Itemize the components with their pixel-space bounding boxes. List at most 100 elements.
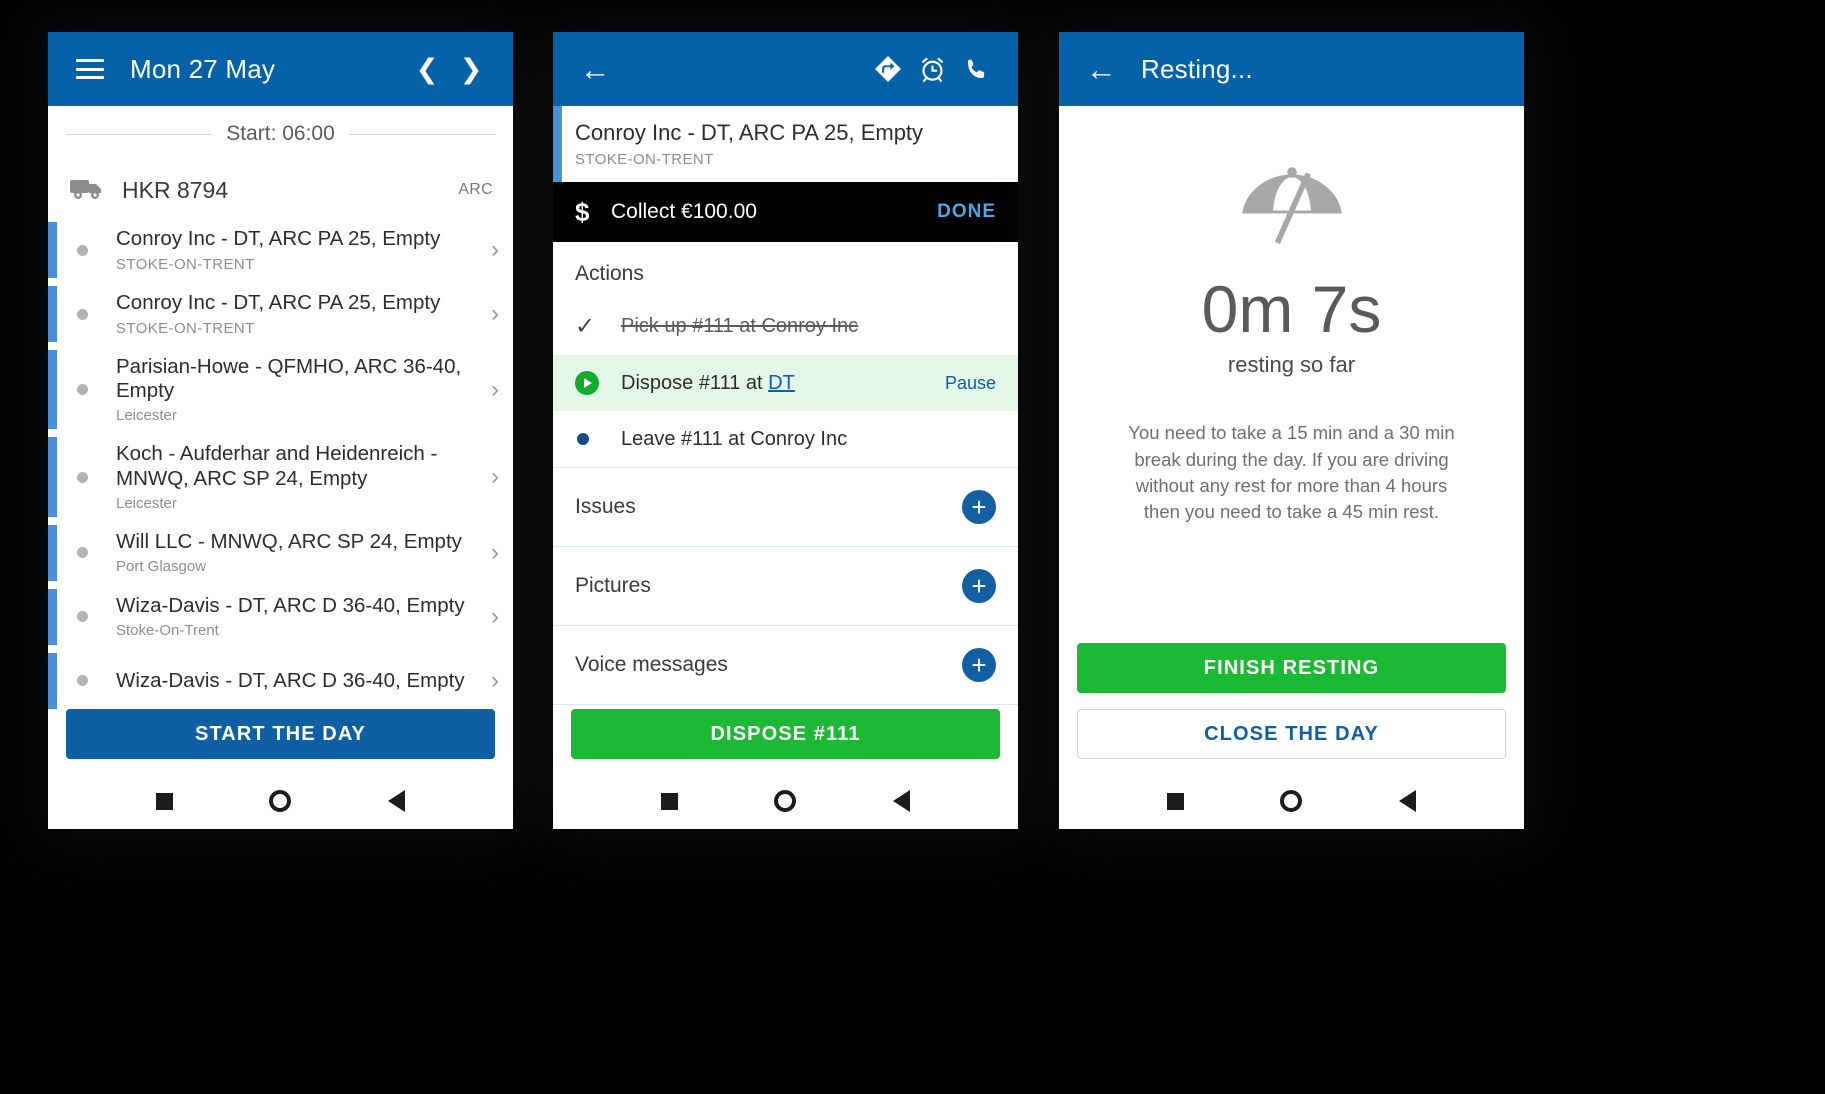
phone-screen-job-detail: ← Conroy Inc - DT, ARC PA 25, Empty STOK… bbox=[553, 32, 1018, 829]
stop-timeline-bar bbox=[48, 588, 57, 645]
action-row-pickup[interactable]: ✓ Pick up #111 at Conroy Inc bbox=[553, 298, 1018, 355]
phone-screen-day-plan: Mon 27 May ❮ ❯ Start: 06:00 HKR 8794 ARC… bbox=[48, 32, 513, 829]
android-navbar bbox=[48, 773, 513, 829]
android-navbar bbox=[1059, 773, 1524, 829]
collect-done-button[interactable]: DONE bbox=[937, 201, 996, 223]
stop-title: Wiza-Davis - DT, ARC D 36-40, Empty bbox=[116, 668, 465, 692]
stop-location: Port Glasgow bbox=[116, 558, 207, 576]
stop-timeline-bar bbox=[48, 524, 57, 581]
hamburger-icon[interactable] bbox=[68, 47, 112, 91]
collect-payment-bar: $ Collect €100.00 DONE bbox=[553, 182, 1018, 242]
job-location: STOKE-ON-TRENT bbox=[575, 151, 714, 168]
resting-guidance-note: You need to take a 15 min and a 30 min b… bbox=[1128, 422, 1455, 523]
stop-list-item[interactable]: Will LLC - MNWQ, ARC SP 24, Empty Port Gl… bbox=[48, 521, 513, 585]
job-header[interactable]: Conroy Inc - DT, ARC PA 25, Empty STOKE-… bbox=[553, 106, 1018, 182]
stop-title: Parisian-Howe - QFMHO, ARC 36-40, Empty bbox=[116, 355, 462, 403]
circle-home-icon[interactable] bbox=[1280, 790, 1303, 812]
dollar-icon: $ bbox=[575, 196, 590, 227]
job-title: Conroy Inc - DT, ARC PA 25, Empty bbox=[575, 120, 924, 145]
beach-umbrella-icon bbox=[1240, 162, 1344, 265]
check-icon: ✓ bbox=[575, 313, 596, 340]
action-label: Dispose #111 at DT bbox=[621, 372, 945, 395]
chevron-right-icon[interactable]: ❯ bbox=[449, 47, 493, 91]
stop-list-item[interactable]: Wiza-Davis - DT, ARC D 36-40, Empty Stoke… bbox=[48, 585, 513, 649]
stop-bullet-icon bbox=[48, 244, 116, 256]
phone-screen-resting: ← Resting... 0m 7s resting so far You ne… bbox=[1059, 32, 1524, 829]
action-row-dispose[interactable]: Dispose #111 at DT Pause bbox=[553, 355, 1018, 411]
chevron-right-icon[interactable]: › bbox=[487, 463, 499, 491]
stop-list-item[interactable]: Conroy Inc - DT, ARC PA 25, Empty STOKE-O… bbox=[48, 218, 513, 282]
stop-timeline-bar bbox=[48, 652, 57, 709]
stop-list-item[interactable]: Parisian-Howe - QFMHO, ARC 36-40, Empty L… bbox=[48, 346, 513, 433]
square-recents-icon[interactable] bbox=[661, 792, 679, 810]
stop-location: Leicester bbox=[116, 494, 177, 512]
arrow-back-icon[interactable]: ← bbox=[573, 47, 617, 91]
plus-icon[interactable]: + bbox=[962, 648, 996, 682]
stop-text: Conroy Inc - DT, ARC PA 25, Empty STOKE-O… bbox=[116, 291, 487, 336]
stop-title: Conroy Inc - DT, ARC PA 25, Empty bbox=[116, 227, 441, 251]
chevron-right-icon[interactable]: › bbox=[487, 376, 499, 404]
truck-icon bbox=[70, 176, 104, 205]
action-row-leave[interactable]: Leave #111 at Conroy Inc bbox=[553, 411, 1018, 467]
stop-location: STOKE-ON-TRENT bbox=[116, 255, 255, 273]
start-day-button[interactable]: START THE DAY bbox=[66, 709, 495, 759]
appbar-resting: ← Resting... bbox=[1059, 32, 1524, 106]
resting-content: 0m 7s resting so far You need to take a … bbox=[1059, 106, 1524, 643]
directions-icon[interactable] bbox=[866, 47, 910, 91]
stop-list[interactable]: Conroy Inc - DT, ARC PA 25, Empty STOKE-O… bbox=[48, 218, 513, 709]
stop-location: STOKE-ON-TRENT bbox=[116, 319, 255, 337]
chevron-right-icon[interactable]: › bbox=[487, 603, 499, 631]
plus-icon[interactable]: + bbox=[962, 569, 996, 603]
stop-bullet-icon bbox=[48, 384, 116, 396]
stop-text: Will LLC - MNWQ, ARC SP 24, Empty Port Gl… bbox=[116, 530, 487, 575]
chevron-right-icon[interactable]: › bbox=[487, 667, 499, 695]
voice-messages-row[interactable]: Voice messages + bbox=[553, 625, 1018, 705]
issues-row[interactable]: Issues + bbox=[553, 467, 1018, 546]
finish-resting-button[interactable]: FINISH RESTING bbox=[1077, 643, 1506, 693]
stop-timeline-bar bbox=[48, 222, 57, 278]
stop-bullet-icon bbox=[48, 547, 116, 559]
resting-buttons: FINISH RESTING CLOSE THE DAY bbox=[1059, 643, 1524, 773]
stop-title: Koch - Aufderhar and Heidenreich - MNWQ,… bbox=[116, 442, 438, 490]
pictures-row[interactable]: Pictures + bbox=[553, 546, 1018, 625]
action-link-dt[interactable]: DT bbox=[768, 372, 795, 394]
dispose-button[interactable]: DISPOSE #111 bbox=[571, 709, 1000, 759]
divider-right bbox=[348, 133, 496, 135]
vehicle-row[interactable]: HKR 8794 ARC bbox=[48, 162, 513, 218]
stop-list-item[interactable]: Conroy Inc - DT, ARC PA 25, Empty STOKE-O… bbox=[48, 282, 513, 346]
plus-icon[interactable]: + bbox=[962, 490, 996, 524]
alarm-clock-icon[interactable] bbox=[910, 47, 954, 91]
phone-icon[interactable] bbox=[954, 47, 998, 91]
stop-text: Wiza-Davis - DT, ARC D 36-40, Empty Stoke… bbox=[116, 594, 487, 639]
resting-elapsed: 0m 7s bbox=[1201, 272, 1382, 346]
issues-label: Issues bbox=[575, 495, 636, 518]
screenshot-stage: Mon 27 May ❮ ❯ Start: 06:00 HKR 8794 ARC… bbox=[0, 0, 1825, 1094]
stop-list-item[interactable]: Wiza-Davis - DT, ARC D 36-40, Empty › bbox=[48, 649, 513, 709]
stop-bullet-icon bbox=[48, 471, 116, 483]
stop-title: Wiza-Davis - DT, ARC D 36-40, Empty bbox=[116, 594, 465, 618]
job-accent-bar bbox=[553, 106, 562, 182]
stop-text: Parisian-Howe - QFMHO, ARC 36-40, Empty L… bbox=[116, 355, 487, 424]
stop-title: Conroy Inc - DT, ARC PA 25, Empty bbox=[116, 291, 441, 315]
chevron-right-icon[interactable]: › bbox=[487, 236, 499, 264]
stop-timeline-bar bbox=[48, 350, 57, 430]
square-recents-icon[interactable] bbox=[1167, 792, 1185, 810]
stop-list-item[interactable]: Koch - Aufderhar and Heidenreich - MNWQ,… bbox=[48, 433, 513, 520]
chevron-right-icon[interactable]: › bbox=[487, 300, 499, 328]
start-day-button-holder: START THE DAY bbox=[48, 709, 513, 773]
chevron-left-icon[interactable]: ❮ bbox=[405, 47, 449, 91]
day-start-label: Start: 06:00 bbox=[226, 122, 335, 145]
square-recents-icon[interactable] bbox=[156, 792, 174, 810]
actions-section-title: Actions bbox=[575, 262, 644, 285]
resting-elapsed-caption: resting so far bbox=[1227, 352, 1356, 378]
circle-home-icon[interactable] bbox=[269, 790, 292, 812]
arrow-back-icon[interactable]: ← bbox=[1079, 47, 1123, 91]
close-the-day-button[interactable]: CLOSE THE DAY bbox=[1077, 709, 1506, 759]
triangle-back-icon[interactable] bbox=[1398, 790, 1416, 812]
circle-home-icon[interactable] bbox=[774, 790, 797, 812]
chevron-right-icon[interactable]: › bbox=[487, 539, 499, 567]
stop-timeline-bar bbox=[48, 286, 57, 342]
triangle-back-icon[interactable] bbox=[387, 790, 405, 812]
action-pause-button[interactable]: Pause bbox=[945, 373, 996, 394]
triangle-back-icon[interactable] bbox=[892, 790, 910, 812]
